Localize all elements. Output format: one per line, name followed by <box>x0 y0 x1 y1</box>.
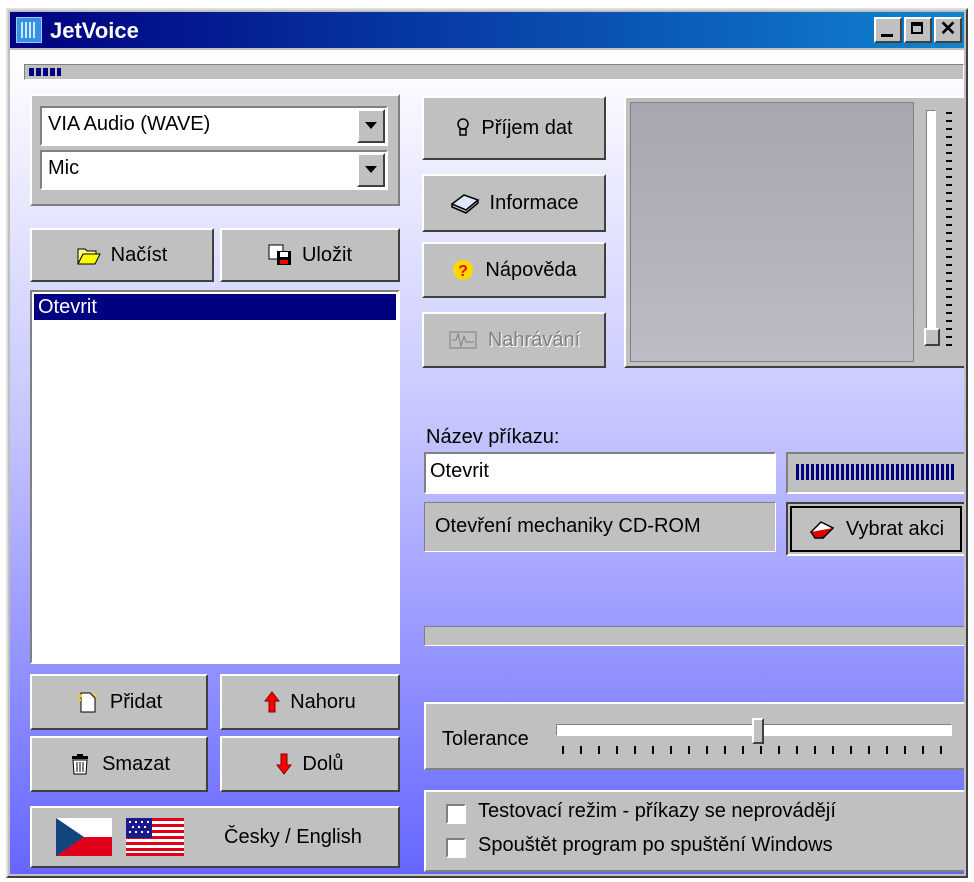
save-button[interactable]: Uložit <box>220 228 400 282</box>
recording-button[interactable]: Nahrávání <box>422 312 606 368</box>
volume-ticks <box>946 112 952 348</box>
close-button[interactable]: ✕ <box>934 17 962 43</box>
volume-slider-track[interactable] <box>926 110 936 346</box>
information-label: Informace <box>489 191 579 214</box>
czech-flag-icon <box>56 818 112 856</box>
visualizer-panel <box>624 96 964 368</box>
select-action-label: Vybrat akci <box>845 517 945 540</box>
audio-input-value: Mic <box>48 157 80 179</box>
dropdown-arrow-icon[interactable] <box>357 153 385 187</box>
voice-level-fill <box>796 464 954 480</box>
action-description: Otevření mechaniky CD-ROM <box>424 502 776 552</box>
up-label: Nahoru <box>290 690 356 713</box>
autostart-checkbox[interactable] <box>446 838 466 858</box>
receive-data-label: Příjem dat <box>481 116 573 139</box>
command-name-label: Název příkazu: <box>426 426 560 448</box>
help-question-icon: ? <box>451 259 475 281</box>
tolerance-ticks <box>562 746 952 754</box>
help-label: Nápověda <box>485 258 577 281</box>
arrow-up-icon <box>264 691 281 713</box>
book-icon <box>450 192 480 214</box>
jetvoice-app-icon[interactable] <box>16 17 42 43</box>
visualizer-display <box>630 102 914 362</box>
lightbulb-icon <box>455 117 471 139</box>
app-window: JetVoice ✕ VIA Audio (WAVE) Mic Načíst U… <box>6 8 968 878</box>
options-group: Testovací režim - příkazy se neprovádějí… <box>424 790 964 872</box>
command-name-input[interactable]: Otevrit <box>424 452 776 494</box>
dropdown-arrow-icon[interactable] <box>357 109 385 143</box>
activity-progress-bar <box>24 64 964 80</box>
test-mode-label[interactable]: Testovací režim - příkazy se neprovádějí <box>478 800 836 823</box>
minimize-button[interactable] <box>874 17 902 43</box>
folder-open-icon <box>76 244 101 266</box>
autostart-label[interactable]: Spouštět program po spuštění Windows <box>478 834 833 857</box>
save-disk-icon <box>268 244 292 266</box>
test-mode-checkbox[interactable] <box>446 804 466 824</box>
delete-button[interactable]: Smazat <box>30 736 208 792</box>
us-flag-icon <box>126 818 184 856</box>
audio-device-group: VIA Audio (WAVE) Mic <box>30 94 400 206</box>
voice-level-meter <box>786 452 964 494</box>
waveform-icon <box>448 329 478 351</box>
recognition-progress-bar <box>424 626 964 646</box>
delete-label: Smazat <box>102 752 170 775</box>
save-label: Uložit <box>301 243 352 266</box>
new-document-icon <box>76 691 100 713</box>
volume-slider-thumb[interactable] <box>924 328 940 346</box>
language-toggle-button[interactable]: Česky / English <box>30 806 400 868</box>
title-bar[interactable]: JetVoice ✕ <box>10 12 964 48</box>
move-up-button[interactable]: Nahoru <box>220 674 400 730</box>
select-action-button[interactable]: Vybrat akci <box>786 502 964 556</box>
load-button[interactable]: Načíst <box>30 228 214 282</box>
svg-text:?: ? <box>459 263 469 280</box>
audio-device-select[interactable]: VIA Audio (WAVE) <box>40 106 388 146</box>
add-label: Přidat <box>109 690 163 713</box>
list-item[interactable]: Otevrit <box>34 294 396 320</box>
trash-icon <box>68 753 92 775</box>
activity-progress-fill <box>29 68 61 76</box>
language-label: Česky / English <box>224 825 362 848</box>
tolerance-label: Tolerance <box>442 728 529 750</box>
move-down-button[interactable]: Dolů <box>220 736 400 792</box>
information-button[interactable]: Informace <box>422 174 606 232</box>
load-label: Načíst <box>110 243 168 266</box>
add-button[interactable]: Přidat <box>30 674 208 730</box>
down-label: Dolů <box>302 752 344 775</box>
tolerance-group: Tolerance <box>424 702 964 770</box>
receive-data-button[interactable]: Příjem dat <box>422 96 606 160</box>
window-title: JetVoice <box>50 18 139 43</box>
client-area: VIA Audio (WAVE) Mic Načíst Uložit Otevr… <box>10 50 964 874</box>
audio-input-select[interactable]: Mic <box>40 150 388 190</box>
audio-device-value: VIA Audio (WAVE) <box>48 113 211 135</box>
eraser-icon <box>808 518 836 540</box>
maximize-button[interactable] <box>904 17 932 43</box>
arrow-down-icon <box>276 753 293 775</box>
help-button[interactable]: ? Nápověda <box>422 242 606 298</box>
command-list[interactable]: Otevrit <box>30 290 400 664</box>
recording-label: Nahrávání <box>487 328 581 351</box>
tolerance-slider-thumb[interactable] <box>751 718 764 744</box>
